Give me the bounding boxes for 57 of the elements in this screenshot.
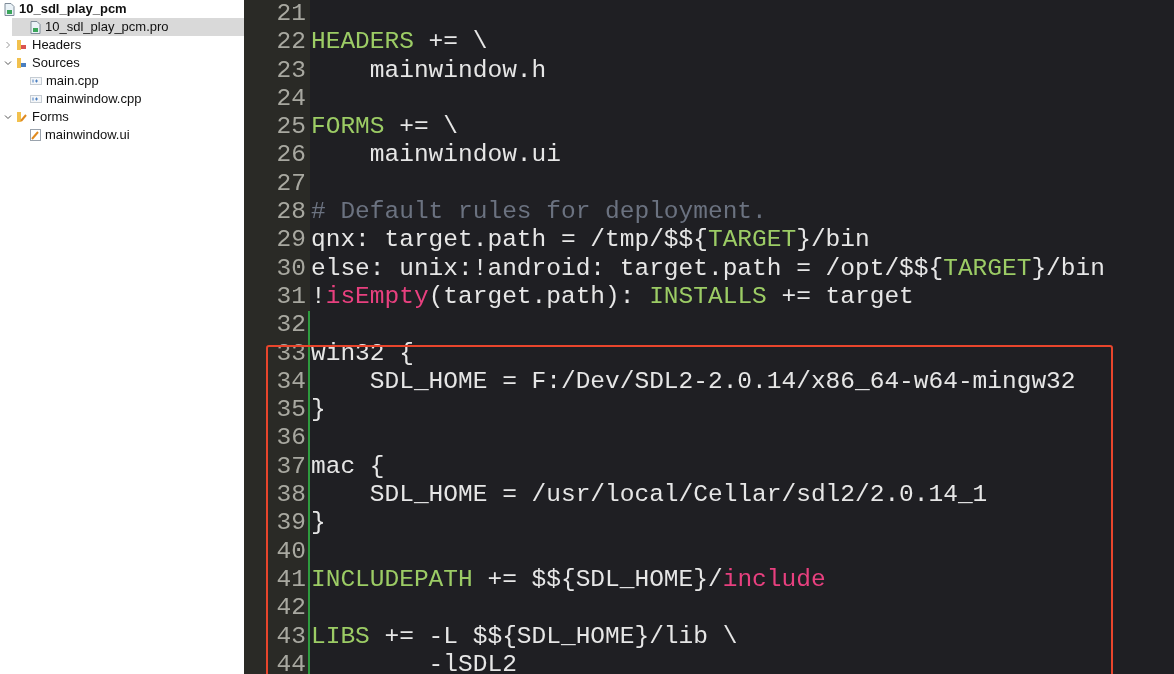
line-number: 37 xyxy=(244,452,310,482)
line-number: 32 xyxy=(244,311,310,340)
line-number: 41 xyxy=(244,565,310,595)
line-number: 21 xyxy=(244,0,310,29)
tree-item[interactable]: Sources xyxy=(0,54,244,72)
code-line: -lSDL2 xyxy=(427,650,517,674)
chevron-down-icon[interactable] xyxy=(4,113,12,121)
line-number: 28 xyxy=(244,198,310,227)
line-number: 35 xyxy=(244,396,310,425)
tree-item[interactable]: 10_sdl_play_pcm xyxy=(0,0,244,18)
line-number: 22 xyxy=(244,28,310,57)
code-line: } xyxy=(310,396,326,425)
line-number: 40 xyxy=(244,537,310,566)
folder-icon xyxy=(16,57,28,69)
line-number: 30 xyxy=(244,254,310,283)
code-line: SDL_HOME = /usr/local/Cellar/sdl2/2.0.14_1 xyxy=(368,481,988,510)
code-line: !isEmpty(target.path): INSTALLS += target xyxy=(310,282,914,312)
cpp-file-icon xyxy=(30,77,42,85)
line-number: 27 xyxy=(244,169,310,199)
line-number: 24 xyxy=(244,84,310,114)
chevron-down-icon[interactable] xyxy=(4,59,12,67)
tree-item[interactable]: Forms xyxy=(0,108,244,126)
folder-icon xyxy=(16,39,28,51)
tree-item[interactable]: Headers xyxy=(0,36,244,54)
line-number: 23 xyxy=(244,56,310,85)
line-number: 31 xyxy=(244,282,310,312)
code-line: mainwindow.h xyxy=(368,56,547,85)
line-number: 36 xyxy=(244,424,310,453)
tree-item[interactable]: 10_sdl_play_pcm.pro xyxy=(12,18,244,36)
code-line: } xyxy=(310,509,326,538)
tree-item[interactable]: mainwindow.ui xyxy=(0,126,244,144)
code-line: qnx: target.path = /tmp/$${TARGET}/bin xyxy=(310,226,870,255)
code-line: # Default rules for deployment. xyxy=(310,198,767,227)
line-number: 25 xyxy=(244,113,310,142)
cpp-file-icon xyxy=(30,95,42,103)
code-line: mac { xyxy=(310,452,385,482)
code-line: mainwindow.ui xyxy=(368,141,561,170)
form-file-icon xyxy=(30,129,41,141)
line-number: 39 xyxy=(244,509,310,538)
code-line: else: unix:!android: target.path = /opt/$${TARGET}/bin xyxy=(310,254,1105,283)
code-line: HEADERS += \ xyxy=(310,28,488,57)
code-line: SDL_HOME = F:/Dev/SDL2-2.0.14/x86_64-w64-mingw32 xyxy=(368,367,1076,397)
chevron-right-icon[interactable] xyxy=(4,41,12,49)
project-file-icon xyxy=(30,20,41,34)
code-line: LIBS += -L $${SDL_HOME}/lib \ xyxy=(310,622,738,651)
line-number: 26 xyxy=(244,141,310,170)
tree-item[interactable]: mainwindow.cpp xyxy=(0,90,244,108)
line-number: 43 xyxy=(244,622,310,651)
line-number: 42 xyxy=(244,594,310,623)
tree-item[interactable]: main.cpp xyxy=(0,72,244,90)
code-line: INCLUDEPATH += $${SDL_HOME}/include xyxy=(310,565,826,595)
folder-icon xyxy=(16,111,28,123)
line-number: 38 xyxy=(244,481,310,510)
line-number: 29 xyxy=(244,226,310,255)
code-line: FORMS += \ xyxy=(310,113,459,142)
line-number: 34 xyxy=(244,367,310,397)
project-file-icon xyxy=(4,2,15,16)
